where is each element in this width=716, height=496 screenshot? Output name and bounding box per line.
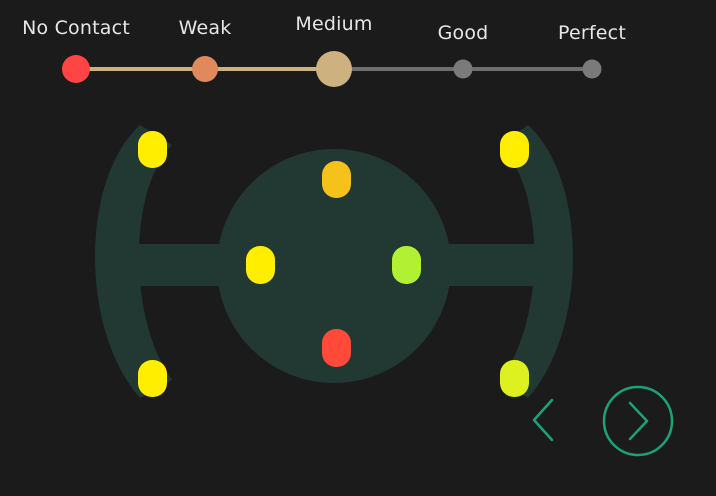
next-button[interactable] <box>600 383 676 459</box>
sensor-right-top <box>500 131 529 168</box>
sensor-center-bottom <box>322 329 351 367</box>
sensor-center-right <box>392 246 421 284</box>
sensor-center-top <box>322 161 351 198</box>
sensor-right-bottom <box>500 360 529 397</box>
previous-button[interactable] <box>524 394 564 446</box>
chevron-left-icon <box>532 398 554 442</box>
chevron-right-circle-icon <box>602 385 674 457</box>
sensor-left-top <box>138 131 167 168</box>
sensor-left-bottom <box>138 360 167 397</box>
sensor-center-left <box>246 246 275 284</box>
